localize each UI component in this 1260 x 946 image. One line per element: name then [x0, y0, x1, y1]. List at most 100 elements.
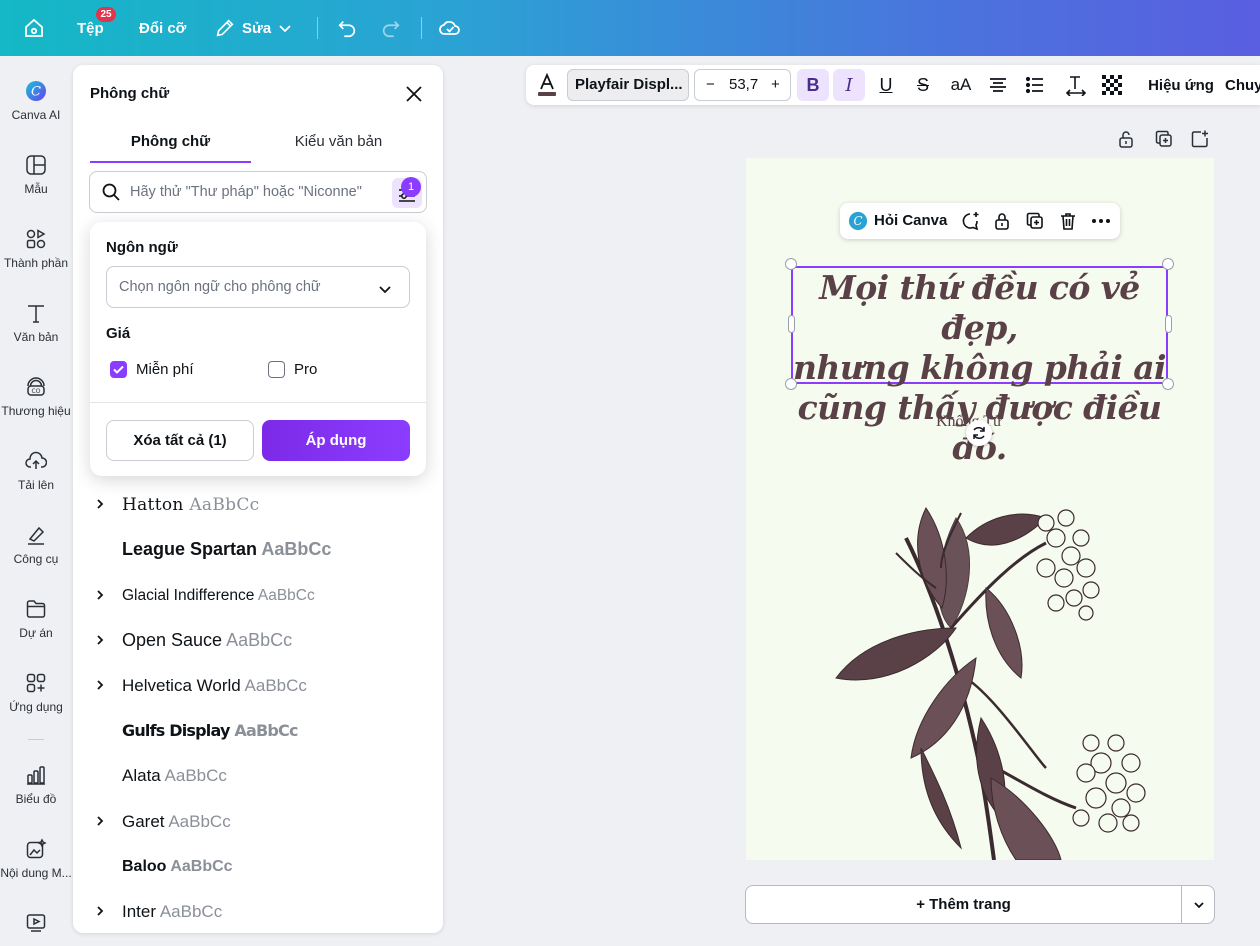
resize-handle[interactable] [785, 378, 797, 390]
chevron-right-icon[interactable] [93, 497, 107, 511]
transparency-button[interactable] [1097, 65, 1127, 105]
duplicate-page-button[interactable] [1154, 129, 1174, 149]
flower-illustration[interactable] [746, 158, 1214, 860]
font-search-input[interactable]: Hãy thử "Thư pháp" hoặc "Niconne" [89, 171, 427, 213]
font-name: Hatton AaBbCc [122, 495, 259, 515]
lock-page-button[interactable] [1116, 129, 1136, 149]
svg-text:C: C [853, 214, 862, 228]
undo-button[interactable] [336, 0, 358, 56]
text-icon [28, 305, 44, 323]
add-page-menu-button[interactable] [1181, 885, 1215, 924]
rail-item-charts[interactable]: Biểu đồ [0, 764, 72, 834]
font-item-open-sauce[interactable]: Open Sauce AaBbCc [73, 618, 443, 663]
apply-button[interactable]: Áp dụng [262, 420, 410, 461]
spacing-button[interactable] [1061, 65, 1091, 105]
rail-item-uploads[interactable]: Tải lên [0, 450, 72, 520]
resize-handle[interactable] [1162, 378, 1174, 390]
align-center-button[interactable] [983, 65, 1013, 105]
font-item-gulfs-display[interactable]: Gulfs Display AaBbCc [73, 708, 443, 753]
rail-item-canva-ai[interactable]: C Canva AI [0, 80, 72, 150]
redo-button[interactable] [380, 0, 402, 56]
tab-text-styles[interactable]: Kiểu văn bản [258, 133, 419, 163]
add-page-icon-button[interactable] [1190, 129, 1210, 149]
rail-item-elements[interactable]: Thành phần [0, 228, 72, 298]
font-sample: AaBbCc [244, 675, 307, 695]
font-family-dropdown[interactable]: Playfair Displ... [567, 69, 689, 101]
rail-label: Ứng dụng [9, 700, 63, 714]
add-page-button[interactable]: + Thêm trang [745, 885, 1182, 924]
search-icon [102, 183, 120, 201]
pro-checkbox[interactable]: Pro [268, 361, 317, 378]
text-color-button[interactable] [532, 65, 562, 105]
resize-handle-side[interactable] [788, 315, 795, 333]
rotate-icon [973, 427, 985, 439]
underline-button[interactable]: U [871, 65, 901, 105]
font-item-helvetica-world[interactable]: Helvetica World AaBbCc [73, 663, 443, 708]
clear-all-button[interactable]: Xóa tất cả (1) [106, 420, 254, 461]
free-checkbox[interactable]: Miễn phí [110, 361, 194, 378]
letter-case-button[interactable]: aA [944, 65, 978, 105]
active-tab-indicator [90, 161, 251, 163]
font-sample: AaBbCc [159, 901, 223, 921]
checkbox-checked[interactable] [110, 361, 127, 378]
font-item-glacial-indifference[interactable]: Glacial Indifference AaBbCc [73, 573, 443, 618]
edit-menu-button[interactable]: Sửa [214, 0, 293, 56]
italic-button[interactable]: I [833, 69, 865, 101]
rail-item-apps[interactable]: Ứng dụng [0, 672, 72, 742]
font-item-baloo[interactable]: Baloo AaBbCc [73, 844, 443, 889]
font-name-text: Open Sauce [122, 630, 223, 650]
decrease-size-button[interactable]: − [706, 76, 715, 93]
chevron-right-icon[interactable] [93, 633, 107, 647]
quote-line: Mọi thứ đều có vẻ đẹp, [819, 268, 1140, 347]
rail-label: Canva AI [11, 108, 61, 122]
rail-item-more[interactable] [0, 912, 72, 946]
trash-icon[interactable] [1058, 211, 1078, 231]
chevron-right-icon[interactable] [93, 678, 107, 692]
rail-item-projects[interactable]: Dự án [0, 598, 72, 668]
font-name-text: Hatton [122, 494, 184, 515]
quote-text-box[interactable]: Mọi thứ đều có vẻ đẹp, nhưng không phải … [791, 266, 1168, 467]
tab-fonts[interactable]: Phông chữ [90, 133, 251, 163]
duplicate-icon[interactable] [1025, 211, 1045, 231]
rail-item-text[interactable]: Văn bản [0, 302, 72, 372]
ask-canva-button[interactable]: Hỏi Canva [874, 212, 947, 229]
resize-handle-side[interactable] [1165, 315, 1172, 333]
home-button[interactable] [22, 0, 46, 56]
language-select[interactable]: Chọn ngôn ngữ cho phông chữ [106, 266, 410, 308]
font-item-inter[interactable]: Inter AaBbCc [73, 889, 443, 934]
bold-button[interactable]: B [797, 69, 829, 101]
rail-item-templates[interactable]: Mẫu [0, 154, 72, 224]
save-status-button[interactable] [438, 0, 462, 56]
design-page[interactable] [746, 158, 1214, 860]
close-panel-button[interactable] [403, 83, 425, 105]
more-options-icon[interactable] [1090, 211, 1112, 231]
animate-button[interactable]: Chuy [1225, 65, 1260, 105]
effects-button[interactable]: Hiệu ứng [1139, 65, 1223, 105]
lock-icon[interactable] [992, 211, 1012, 231]
font-size-value[interactable]: 53,7 [729, 76, 758, 93]
rotate-handle[interactable] [966, 420, 992, 446]
resize-button[interactable]: Đổi cỡ [139, 0, 186, 56]
tools-icon [28, 526, 45, 545]
font-item-league-spartan[interactable]: League Spartan AaBbCc [73, 527, 443, 572]
font-item-hatton[interactable]: Hatton AaBbCc [73, 482, 443, 527]
list-button[interactable] [1020, 65, 1050, 105]
strikethrough-button[interactable]: S [908, 65, 938, 105]
popover-divider [90, 402, 426, 403]
font-item-garet[interactable]: Garet AaBbCc [73, 799, 443, 844]
resize-handle[interactable] [1162, 258, 1174, 270]
increase-size-button[interactable]: + [771, 76, 780, 93]
filter-count-badge: 1 [401, 177, 421, 197]
resize-handle[interactable] [785, 258, 797, 270]
chevron-right-icon[interactable] [93, 588, 107, 602]
comment-add-icon[interactable] [959, 210, 981, 232]
rail-item-brand[interactable]: CO Thương hiệu [0, 376, 72, 446]
edit-menu-label: Sửa [242, 19, 272, 37]
font-name-text: Glacial Indifference [122, 586, 255, 604]
font-item-alata[interactable]: Alata AaBbCc [73, 753, 443, 798]
chevron-right-icon[interactable] [93, 904, 107, 918]
checkbox-unchecked[interactable] [268, 361, 285, 378]
chevron-right-icon[interactable] [93, 814, 107, 828]
rail-item-magic-media[interactable]: Nội dung M... [0, 838, 72, 908]
rail-item-tools[interactable]: Công cụ [0, 524, 72, 594]
